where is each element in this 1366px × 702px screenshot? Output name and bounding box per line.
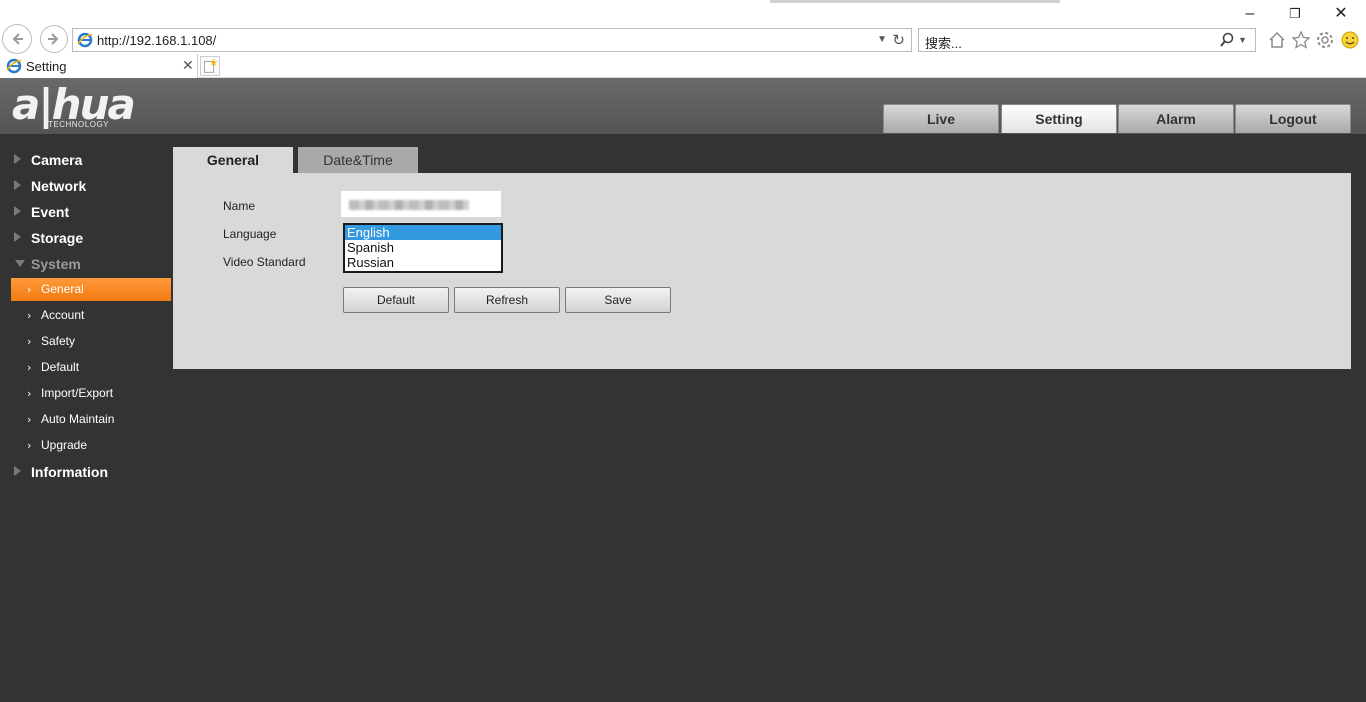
collapse-arrow-icon [15,260,25,267]
new-tab-button[interactable] [200,56,220,76]
language-option-spanish[interactable]: Spanish [345,240,501,255]
tab-title: Setting [26,59,67,74]
sidebar-item-general[interactable]: › General [11,278,171,301]
address-dropdown-icon[interactable]: ▼ [877,34,887,45]
tab-date-time[interactable]: Date&Time [298,147,418,173]
favorites-star-icon[interactable] [1291,30,1311,50]
gear-icon[interactable] [1315,30,1335,50]
ie-tab-icon [6,58,22,74]
refresh-icon[interactable]: ↻ [892,31,905,49]
sidebar-item-label: Auto Maintain [41,412,115,426]
smiley-feedback-icon[interactable] [1340,30,1360,50]
search-input[interactable]: 搜索... [925,33,962,52]
chevron-right-icon: › [27,361,32,374]
new-tab-icon [204,58,218,73]
browser-toolbar: – ❐ ✕ http://192.168.1.108/ ▼ ↻ 搜索... ▼ [0,0,1366,54]
general-settings-panel: Name Language English Spanish Russian Vi… [173,173,1351,369]
sidebar-item-label: Default [41,360,80,374]
video-standard-label: Video Standard [223,255,306,269]
logo-subtitle: TECHNOLOGY [48,120,110,129]
sidebar-section-label: Network [31,178,87,194]
nav-alarm[interactable]: Alarm [1118,104,1234,133]
save-button[interactable]: Save [565,287,671,313]
sidebar: Camera Network Event Storage System › Ge… [0,134,173,702]
minimize-icon[interactable]: – [1238,4,1262,24]
language-option-russian[interactable]: Russian [345,255,501,270]
popup-edge [770,0,1060,3]
sidebar-item-label: Safety [41,334,76,348]
nav-setting[interactable]: Setting [1001,104,1117,133]
sidebar-section-event[interactable]: Event [0,199,173,225]
sidebar-item-safety[interactable]: › Safety [11,330,171,353]
back-button[interactable] [2,24,32,54]
expand-arrow-icon [14,466,21,476]
sidebar-section-storage[interactable]: Storage [0,225,173,251]
sidebar-item-default[interactable]: › Default [11,356,171,379]
ie-logo-icon [77,32,93,48]
sidebar-item-upgrade[interactable]: › Upgrade [11,434,171,457]
language-option-english[interactable]: English [345,225,501,240]
restore-icon[interactable]: ❐ [1283,4,1307,24]
chevron-right-icon: › [27,283,32,296]
sidebar-item-label: General [41,282,84,296]
search-bar[interactable]: 搜索... ▼ [918,28,1256,52]
sidebar-section-label: System [31,256,81,272]
close-window-icon[interactable]: ✕ [1329,4,1353,24]
sidebar-item-label: Account [41,308,85,322]
default-button[interactable]: Default [343,287,449,313]
sidebar-item-label: Upgrade [41,438,88,452]
language-dropdown-list[interactable]: English Spanish Russian [343,223,503,273]
nav-logout[interactable]: Logout [1235,104,1351,133]
address-bar[interactable]: http://192.168.1.108/ ▼ ↻ [72,28,912,52]
expand-arrow-icon [14,206,21,216]
sidebar-section-label: Storage [31,230,84,246]
expand-arrow-icon [14,180,21,190]
redacted-name-value [349,200,469,210]
language-label: Language [223,227,277,241]
chevron-right-icon: › [27,439,32,452]
refresh-button[interactable]: Refresh [454,287,560,313]
forward-arrow-icon [48,33,59,45]
sidebar-section-label: Information [31,464,108,480]
dahua-logo: a|hua TECHNOLOGY [10,80,154,130]
chevron-right-icon: › [27,387,32,400]
sidebar-item-auto-maintain[interactable]: › Auto Maintain [11,408,171,431]
search-dropdown-icon[interactable]: ▼ [1238,35,1247,45]
close-tab-icon[interactable]: ✕ [182,57,194,74]
sidebar-section-label: Camera [31,152,83,168]
sidebar-section-information[interactable]: Information [0,459,173,485]
expand-arrow-icon [14,154,21,164]
name-label: Name [223,199,256,213]
sidebar-item-label: Import/Export [41,386,114,400]
browser-tab-row: Setting ✕ [0,54,1366,78]
sidebar-item-account[interactable]: › Account [11,304,171,327]
expand-arrow-icon [14,232,21,242]
home-icon[interactable] [1267,30,1287,50]
name-input[interactable] [341,191,501,217]
app-header: a|hua TECHNOLOGY Live Setting Alarm Logo… [0,78,1366,134]
sidebar-section-camera[interactable]: Camera [0,147,173,173]
sidebar-section-label: Event [31,204,70,220]
forward-button[interactable] [40,25,68,53]
url-text[interactable]: http://192.168.1.108/ [97,33,216,48]
sidebar-section-network[interactable]: Network [0,173,173,199]
tab-general[interactable]: General [173,147,293,173]
nav-live[interactable]: Live [883,104,999,133]
sidebar-section-system[interactable]: System [0,251,173,277]
chevron-right-icon: › [27,335,32,348]
chevron-right-icon: › [27,309,32,322]
back-arrow-icon [12,33,23,45]
sidebar-item-import-export[interactable]: › Import/Export [11,382,171,405]
chevron-right-icon: › [27,413,32,426]
search-icon[interactable] [1219,32,1235,48]
browser-tab[interactable]: Setting ✕ [0,54,198,78]
